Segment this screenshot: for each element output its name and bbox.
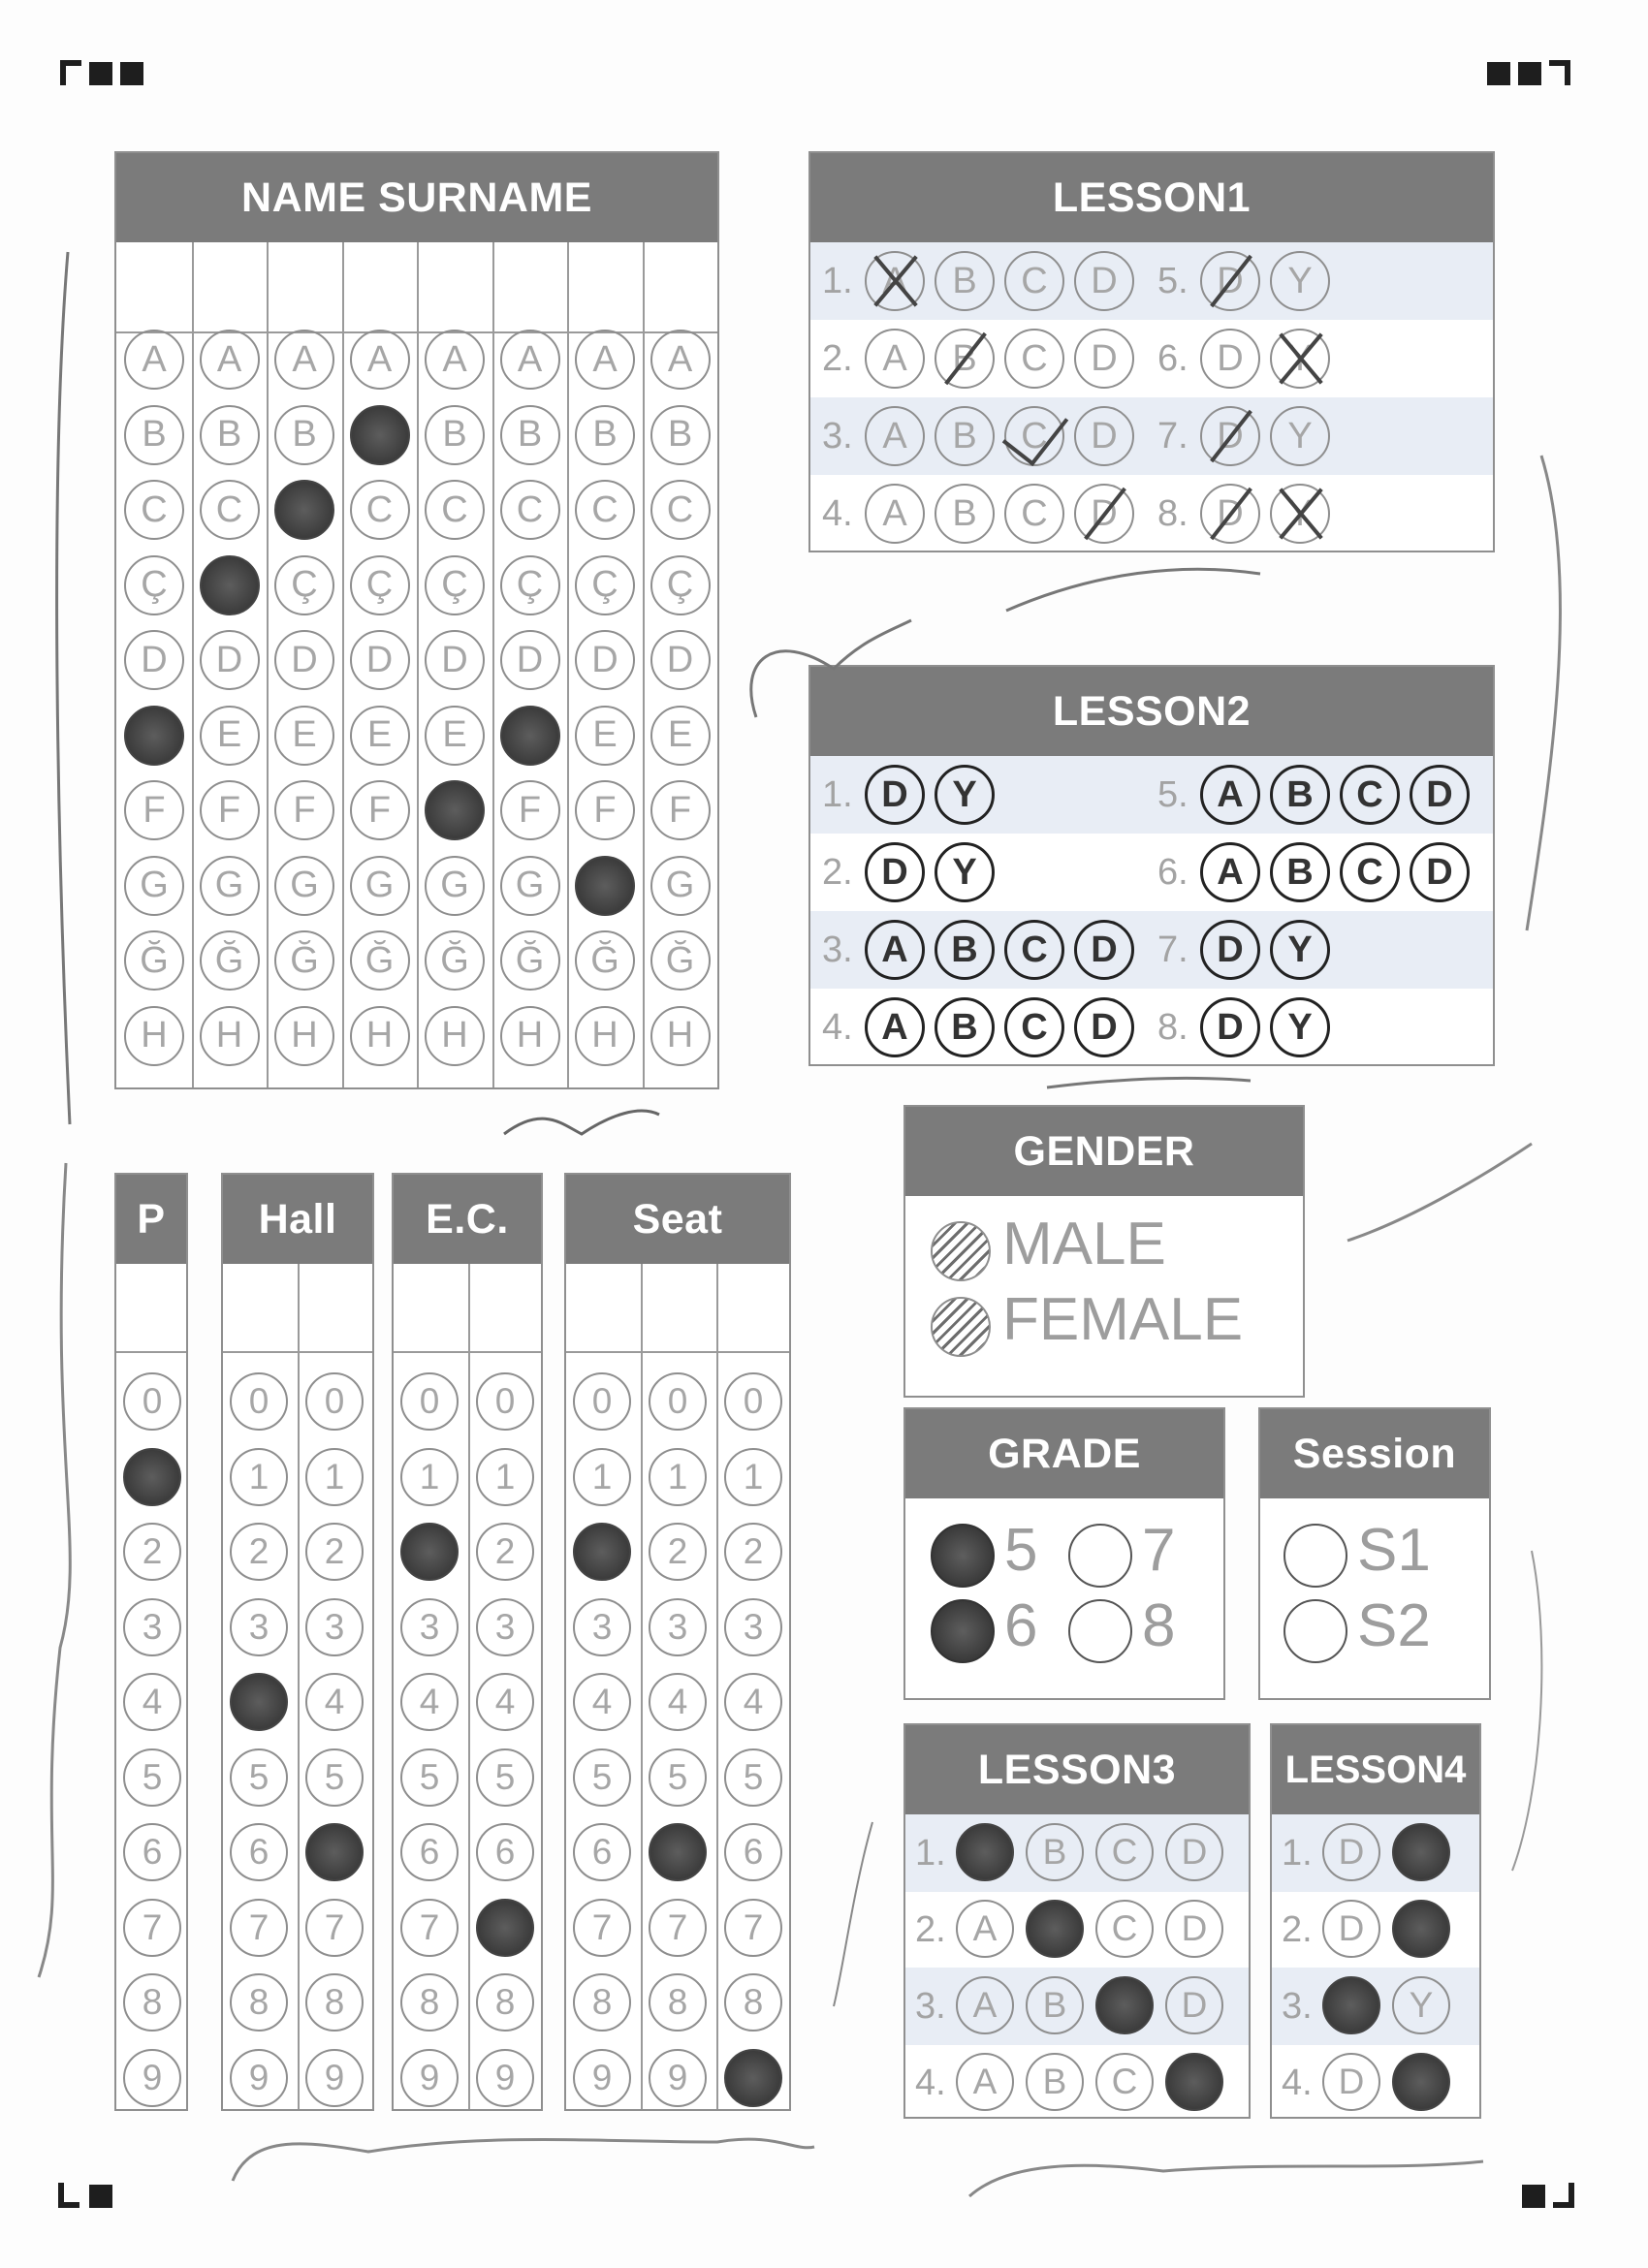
pen-scribbles — [37, 251, 1562, 2198]
answer-sheet: NAME SURNAME ABCÇDEFGĞHABCÇDEFGĞHABCÇDEF… — [0, 0, 1648, 2268]
